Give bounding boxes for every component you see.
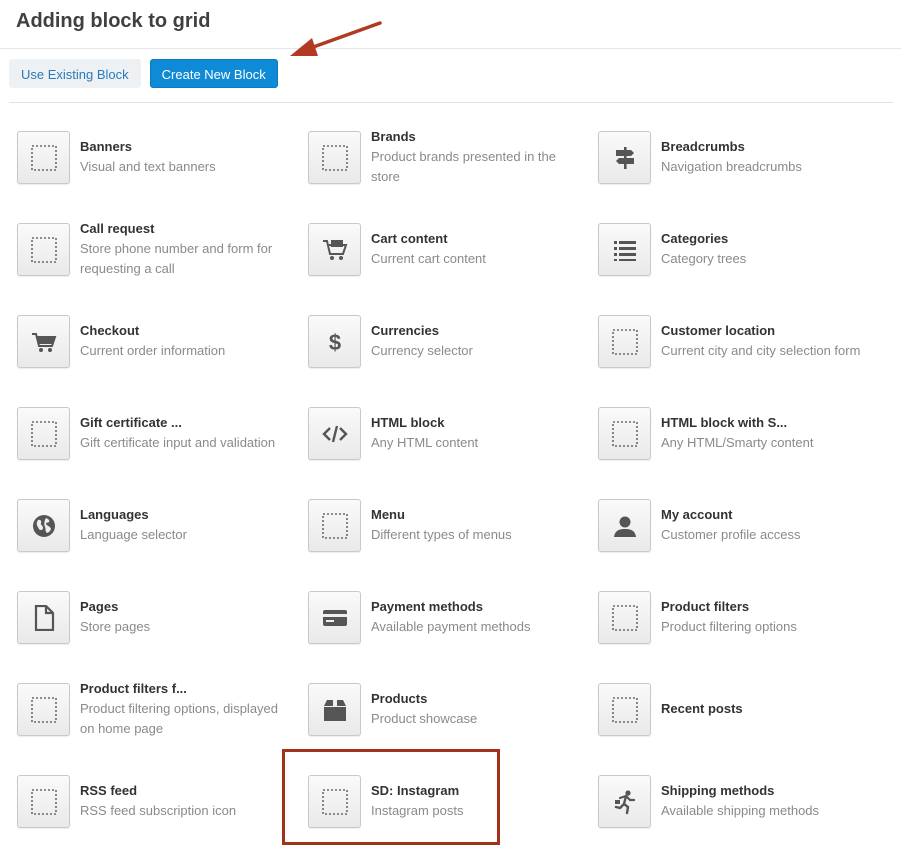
block-name: RSS feed [80,783,138,798]
block-categories[interactable]: Categories Category trees [598,219,868,279]
block-brands[interactable]: Brands Product brands presented in the st… [308,127,578,187]
block-name: Product filters f... [80,681,187,696]
block-name: Call request [80,221,155,236]
box-icon [308,683,361,736]
block-description: Current city and city selection form [661,343,861,358]
block-call-request[interactable]: Call request Store phone number and form … [17,219,287,279]
block-gift-certificate[interactable]: Gift certificate ... Gift certificate inp… [17,403,287,463]
block-name: Categories [661,231,729,246]
block-pages[interactable]: Pages Store pages [17,587,287,647]
placeholder-icon [17,775,70,828]
block-description: Product filtering options [661,619,797,634]
block-description: Category trees [661,251,747,266]
block-name: Customer location [661,323,776,338]
placeholder-icon [308,131,361,184]
block-description: Product showcase [371,711,478,726]
block-description: Store phone number and form for requesti… [80,241,273,276]
block-product-filters-home[interactable]: Product filters f... Product filtering op… [17,679,287,739]
list-icon [598,223,651,276]
block-description: Navigation breadcrumbs [661,159,802,174]
block-html-smarty[interactable]: HTML block with S... Any HTML/Smarty cont… [598,403,868,463]
block-description: Language selector [80,527,187,542]
block-sd-instagram[interactable]: SD: Instagram Instagram posts [308,771,578,831]
block-description: Product brands presented in the store [371,149,557,184]
block-my-account[interactable]: My account Customer profile access [598,495,868,555]
block-description: Gift certificate input and validation [80,435,276,450]
block-name: Banners [80,139,133,154]
block-description: Current cart content [371,251,486,266]
block-type-grid: Banners Visual and text banners Brands Pro… [0,0,901,851]
block-name: Checkout [80,323,140,338]
placeholder-icon [308,499,361,552]
block-name: Cart content [371,231,448,246]
block-name: Breadcrumbs [661,139,745,154]
code-icon [308,407,361,460]
block-payment-methods[interactable]: Payment methods Available payment methods [308,587,578,647]
block-name: Gift certificate ... [80,415,182,430]
placeholder-icon [598,315,651,368]
block-name: Product filters [661,599,750,614]
block-languages[interactable]: Languages Language selector [17,495,287,555]
block-description: Current order information [80,343,226,358]
block-description: Currency selector [371,343,473,358]
block-currencies[interactable]: $ Currencies Currency selector [308,311,578,371]
block-product-filters[interactable]: Product filters Product filtering options [598,587,868,647]
block-name: Menu [371,507,405,522]
block-description: Instagram posts [371,803,464,818]
block-description: Any HTML/Smarty content [661,435,814,450]
placeholder-icon [17,223,70,276]
placeholder-icon [598,683,651,736]
globe-icon [17,499,70,552]
block-html[interactable]: HTML block Any HTML content [308,403,578,463]
block-name: SD: Instagram [371,783,460,798]
block-name: Payment methods [371,599,483,614]
cart-full-icon [308,223,361,276]
placeholder-icon [17,407,70,460]
block-name: Recent posts [661,701,743,716]
block-checkout[interactable]: Checkout Current order information [17,311,287,371]
signpost-icon [598,131,651,184]
block-name: Languages [80,507,149,522]
block-name: HTML block with S... [661,415,788,430]
block-name: HTML block [371,415,445,430]
block-description: Any HTML content [371,435,479,450]
runner-icon [598,775,651,828]
page-icon [17,591,70,644]
block-description: RSS feed subscription icon [80,803,237,818]
placeholder-icon [308,775,361,828]
svg-text:$: $ [328,330,340,355]
block-description: Customer profile access [661,527,801,542]
block-name: My account [661,507,733,522]
cart-icon [17,315,70,368]
user-icon [598,499,651,552]
block-name: Products [371,691,428,706]
dollar-icon: $ [308,315,361,368]
block-rss-feed[interactable]: RSS feed RSS feed subscription icon [17,771,287,831]
block-breadcrumbs[interactable]: Breadcrumbs Navigation breadcrumbs [598,127,868,187]
block-description: Store pages [80,619,151,634]
block-shipping-methods[interactable]: Shipping methods Available shipping metho… [598,771,868,831]
placeholder-icon [598,591,651,644]
placeholder-icon [17,683,70,736]
block-name: Brands [371,129,416,144]
block-name: Shipping methods [661,783,775,798]
placeholder-icon [598,407,651,460]
block-products[interactable]: Products Product showcase [308,679,578,739]
block-customer-location[interactable]: Customer location Current city and city s… [598,311,868,371]
block-description: Available payment methods [371,619,531,634]
block-cart-content[interactable]: Cart content Current cart content [308,219,578,279]
block-menu[interactable]: Menu Different types of menus [308,495,578,555]
block-name: Pages [80,599,119,614]
block-banners[interactable]: Banners Visual and text banners [17,127,287,187]
block-description: Product filtering options, displayed on … [80,701,279,736]
block-recent-posts[interactable]: Recent posts [598,679,868,739]
placeholder-icon [17,131,70,184]
block-name: Currencies [371,323,439,338]
block-description: Visual and text banners [80,159,216,174]
block-description: Available shipping methods [661,803,820,818]
credit-card-icon [308,591,361,644]
block-description: Different types of menus [371,527,512,542]
